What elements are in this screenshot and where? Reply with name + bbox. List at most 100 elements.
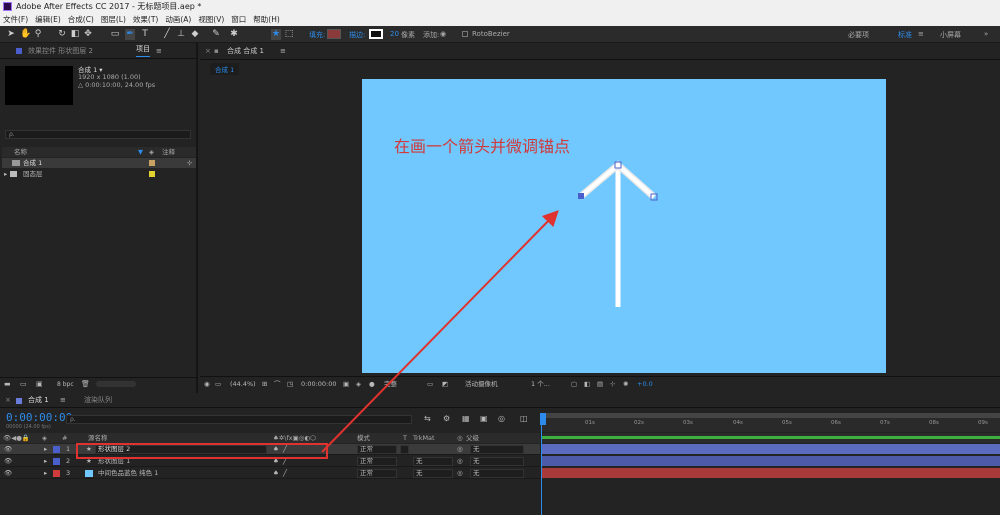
tab-project[interactable]: 项目 xyxy=(136,43,150,57)
project-item-comp[interactable]: 合成 1 ⊹ xyxy=(2,158,196,168)
fill-swatch[interactable] xyxy=(327,29,341,39)
roto-brush-tool-icon[interactable]: ✎ xyxy=(211,29,221,40)
trkmat-dropdown[interactable]: 无 xyxy=(413,469,453,478)
comp-tab-label[interactable]: 合成 合成 1 xyxy=(227,43,264,60)
exposure-value[interactable]: +0.0 xyxy=(637,377,653,391)
menu-layer[interactable]: 图层(L) xyxy=(98,13,129,26)
parent-pickwhip-icon[interactable]: ◎ xyxy=(457,444,463,455)
col-mode[interactable]: 模式 xyxy=(357,433,370,443)
star-snap-icon[interactable]: ★ xyxy=(271,29,281,40)
flowchart-icon[interactable]: ⊹ xyxy=(187,158,192,168)
blend-mode-dropdown[interactable]: 正常 xyxy=(357,469,397,478)
thumbnail-slider[interactable] xyxy=(96,381,136,387)
new-folder-icon[interactable]: ▭ xyxy=(20,380,27,388)
layer-3-duration-bar[interactable] xyxy=(541,468,1000,478)
blend-mode-dropdown[interactable]: 正常 xyxy=(357,457,397,466)
selection-tool-icon[interactable]: ➤ xyxy=(6,29,16,40)
trkmat-dropdown[interactable] xyxy=(400,445,409,454)
layer-label-chip[interactable] xyxy=(53,470,60,477)
expand-arrow-icon[interactable]: ▸ xyxy=(44,456,47,467)
stroke-swatch[interactable] xyxy=(369,29,383,39)
rotobezier-checkbox[interactable] xyxy=(462,31,468,37)
clone-stamp-tool-icon[interactable]: ⊥ xyxy=(176,29,186,40)
reset-exposure-icon[interactable]: ▢ xyxy=(571,377,577,391)
menu-composition[interactable]: 合成(C) xyxy=(65,13,97,26)
mask-visibility-icon[interactable]: ⌒ xyxy=(274,377,281,391)
snapshot-icon[interactable]: ▣ xyxy=(343,377,349,391)
workspace-default[interactable]: 必要项 xyxy=(848,30,869,40)
camera-tool-icon[interactable]: ◧ xyxy=(70,29,80,40)
label-color-chip[interactable] xyxy=(149,160,155,166)
graph-editor-icon[interactable]: ◫ xyxy=(520,414,528,423)
composition-viewer[interactable]: 在画一个箭头并微调锚点 xyxy=(362,79,886,373)
monitor-icon[interactable]: ▭ xyxy=(215,377,221,391)
path-vertex-selected[interactable] xyxy=(578,193,584,199)
magnification-dropdown[interactable]: (44.4%) xyxy=(230,377,256,391)
pen-tool-icon[interactable]: ✒ xyxy=(125,29,135,40)
quality-switch-icon[interactable]: ╱ xyxy=(283,468,287,479)
blend-mode-dropdown[interactable]: 正常 xyxy=(357,445,397,454)
layer-name[interactable]: 中间色品蓝色 纯色 1 xyxy=(98,468,158,479)
new-comp-icon[interactable]: ▣ xyxy=(36,380,43,388)
col-source-name[interactable]: 源名称 xyxy=(88,433,108,443)
draft-3d-icon[interactable]: ⚙ xyxy=(443,414,450,423)
layer-label-chip[interactable] xyxy=(53,458,60,465)
region-of-interest-icon[interactable]: ◳ xyxy=(287,377,293,391)
col-parent[interactable]: 父级 xyxy=(466,433,479,443)
label-color-chip[interactable] xyxy=(149,171,155,177)
visibility-eye-icon[interactable]: 👁 xyxy=(4,468,12,479)
tab-effect-controls[interactable]: 效果控件 形状图层 2 xyxy=(28,43,93,59)
add-label[interactable]: 添加: xyxy=(423,30,439,40)
expand-arrow-icon[interactable]: ▸ xyxy=(4,169,7,179)
timeline-timecode[interactable]: 0:00:00:00 xyxy=(6,411,72,424)
fast-preview-icon[interactable]: ◩ xyxy=(442,377,448,391)
stroke-width[interactable]: 20 xyxy=(390,30,399,38)
hand-tool-icon[interactable]: ✋ xyxy=(20,29,31,40)
layer-label-chip[interactable] xyxy=(53,446,60,453)
layer-1-duration-bar[interactable] xyxy=(541,444,1000,454)
expand-arrow-icon[interactable]: ▸ xyxy=(44,468,47,479)
layer-2-duration-bar[interactable] xyxy=(541,456,1000,466)
panel-menu-icon[interactable]: ≡ xyxy=(280,43,286,60)
grid-icon[interactable]: ⊞ xyxy=(262,377,267,391)
shy-switch-icon[interactable]: ♠ xyxy=(273,468,279,479)
comp-mini-flowchart-icon[interactable]: ⇆ xyxy=(424,414,431,423)
always-preview-icon[interactable]: ◉ xyxy=(204,377,210,391)
timeline-icon[interactable]: ▤ xyxy=(597,377,603,391)
show-snapshot-icon[interactable]: ◈ xyxy=(356,377,361,391)
close-tab-icon[interactable]: × xyxy=(205,43,211,60)
interpret-footage-icon[interactable]: ▬ xyxy=(4,380,11,388)
delete-icon[interactable]: 🗑 xyxy=(81,380,90,388)
timeline-search-input[interactable]: ρ. xyxy=(66,415,412,424)
current-time[interactable]: 0:00:00:00 xyxy=(301,377,337,391)
arrow-shape-layer[interactable] xyxy=(362,79,886,373)
lock-icon[interactable]: ▪ xyxy=(214,43,219,60)
work-area-bar[interactable] xyxy=(540,413,1000,418)
parent-dropdown[interactable]: 无 xyxy=(470,469,524,478)
motion-blur-icon[interactable]: ◎ xyxy=(498,414,505,423)
rotate-tool-icon[interactable]: ↻ xyxy=(57,29,67,40)
bpc-label[interactable]: 8 bpc xyxy=(57,381,74,388)
menu-animation[interactable]: 动画(A) xyxy=(162,13,194,26)
toggle-3d-icon[interactable]: ◧ xyxy=(584,377,590,391)
parent-pickwhip-icon[interactable]: ◎ xyxy=(457,468,463,479)
timeline-comp-tab[interactable]: 合成 1 xyxy=(28,393,49,408)
layer-row-3[interactable]: 👁 ▸ 3 中间色品蓝色 纯色 1 ♠ ╱ 正常 无 ◎ 无 xyxy=(0,468,540,479)
project-item-folder[interactable]: ▸ 固态层 xyxy=(2,169,196,179)
frame-blending-icon[interactable]: ▣ xyxy=(480,414,488,423)
parent-dropdown[interactable]: 无 xyxy=(470,445,524,454)
exposure-icon[interactable]: ✺ xyxy=(623,377,628,391)
project-search-input[interactable]: ρ. xyxy=(5,130,191,139)
visibility-eye-icon[interactable]: 👁 xyxy=(4,456,12,467)
add-dropdown-icon[interactable]: ◉ xyxy=(440,30,446,38)
menu-view[interactable]: 视图(V) xyxy=(195,13,227,26)
parent-dropdown[interactable]: 无 xyxy=(470,457,524,466)
menu-effect[interactable]: 效果(T) xyxy=(130,13,161,26)
parent-pickwhip-icon[interactable]: ◎ xyxy=(457,456,463,467)
menu-help[interactable]: 帮助(H) xyxy=(250,13,283,26)
menu-edit[interactable]: 编辑(E) xyxy=(32,13,64,26)
snap-icon[interactable]: ⬚ xyxy=(284,29,294,40)
pan-behind-tool-icon[interactable]: ✥ xyxy=(83,29,93,40)
menu-window[interactable]: 窗口 xyxy=(228,13,249,26)
workspace-menu-icon[interactable]: ≡ xyxy=(918,30,924,38)
